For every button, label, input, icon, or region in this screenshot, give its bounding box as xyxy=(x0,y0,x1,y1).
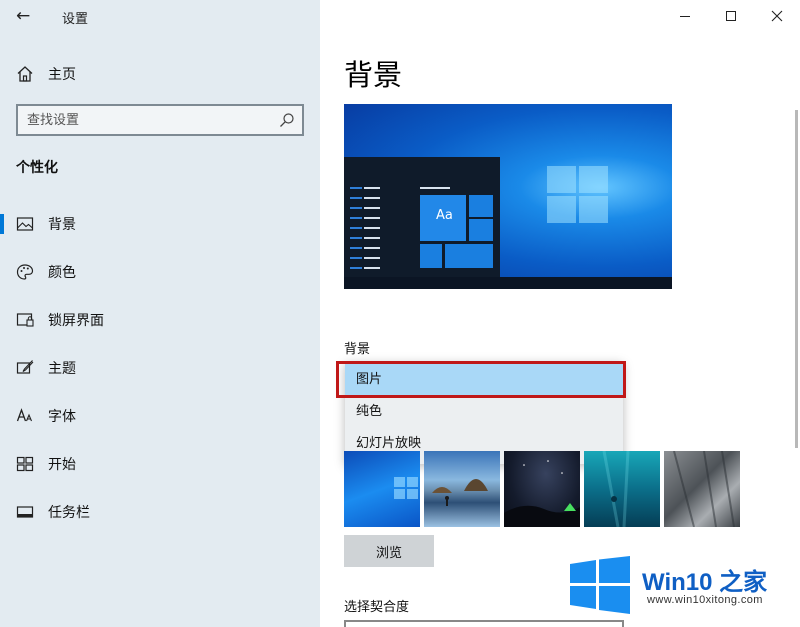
sidebar-item-label: 开始 xyxy=(48,457,76,473)
start-menu-preview xyxy=(344,157,500,277)
maximize-icon xyxy=(726,11,736,21)
watermark-url: www.win10xitong.com xyxy=(647,594,763,606)
sidebar-item-colors[interactable]: 颜色 xyxy=(0,250,320,294)
windows-logo-wallpaper xyxy=(547,166,609,224)
page-title: 背景 xyxy=(344,58,403,92)
home-icon xyxy=(17,66,33,82)
close-icon xyxy=(771,10,783,22)
fit-label: 选择契合度 xyxy=(344,600,410,615)
font-icon xyxy=(16,408,33,422)
back-arrow-icon[interactable]: ← xyxy=(16,6,30,26)
sidebar-item-label: 颜色 xyxy=(48,265,76,281)
section-title: 个性化 xyxy=(16,160,58,176)
wallpaper-thumbnail-cliff[interactable] xyxy=(664,451,740,527)
sidebar-item-label: 任务栏 xyxy=(48,505,90,521)
watermark-brand: Win10 之家 xyxy=(642,562,767,597)
browse-button[interactable]: 浏览 xyxy=(344,535,434,567)
sidebar-item-start[interactable]: 开始 xyxy=(0,442,320,486)
close-button[interactable] xyxy=(754,0,800,32)
window-title: 设置 xyxy=(62,12,89,27)
search-box[interactable] xyxy=(16,104,304,136)
sidebar: ← 设置 主页 个性化 背景 颜色 xyxy=(0,0,320,627)
preview-taskbar xyxy=(344,277,672,289)
minimize-icon xyxy=(680,16,690,17)
picture-icon xyxy=(16,217,34,231)
sidebar-item-themes[interactable]: 主题 xyxy=(0,346,320,390)
beach-rock-scene xyxy=(432,479,488,506)
wallpaper-thumbnail-underwater[interactable] xyxy=(584,451,660,527)
fit-select[interactable] xyxy=(344,620,624,627)
wallpaper-thumbnail-windows[interactable] xyxy=(344,451,420,527)
lock-screen-icon xyxy=(16,313,34,327)
wallpaper-thumbnail-beach[interactable] xyxy=(424,451,500,527)
windows-logo-thumbnail xyxy=(394,477,418,499)
sidebar-item-label: 背景 xyxy=(48,217,76,233)
sidebar-item-background[interactable]: 背景 xyxy=(0,202,320,246)
desktop-preview: Aa xyxy=(344,104,672,289)
sidebar-item-label: 主题 xyxy=(48,361,76,377)
palette-icon xyxy=(16,264,34,280)
search-input[interactable] xyxy=(18,106,258,134)
underwater-scene xyxy=(602,451,630,527)
search-icon[interactable] xyxy=(279,112,295,128)
wallpaper-thumbnail-night-sky[interactable] xyxy=(504,451,580,527)
night-tent-scene xyxy=(504,460,580,527)
taskbar-icon xyxy=(16,506,34,518)
home-label: 主页 xyxy=(48,67,76,83)
sidebar-item-label: 锁屏界面 xyxy=(48,313,104,329)
minimize-button[interactable] xyxy=(662,0,708,32)
dropdown-option-solid-color[interactable]: 纯色 xyxy=(345,396,623,428)
preview-sample-text: Aa xyxy=(436,208,453,223)
theme-brush-icon xyxy=(16,360,34,374)
start-grid-icon xyxy=(16,456,34,472)
sidebar-item-lock-screen[interactable]: 锁屏界面 xyxy=(0,298,320,342)
sidebar-item-fonts[interactable]: 字体 xyxy=(0,394,320,438)
watermark-brand-suffix: 之家 xyxy=(719,569,768,596)
home-nav-item[interactable]: 主页 xyxy=(16,64,76,84)
watermark-brand-prefix: Win10 xyxy=(642,569,720,596)
background-type-label: 背景 xyxy=(344,342,371,357)
highlight-annotation-box xyxy=(336,361,626,398)
scrollbar[interactable] xyxy=(795,110,798,448)
maximize-button[interactable] xyxy=(708,0,754,32)
sidebar-item-taskbar[interactable]: 任务栏 xyxy=(0,490,320,534)
sidebar-item-label: 字体 xyxy=(48,409,76,425)
win10-watermark-logo xyxy=(570,556,630,614)
rock-cliff-scene xyxy=(673,451,735,527)
